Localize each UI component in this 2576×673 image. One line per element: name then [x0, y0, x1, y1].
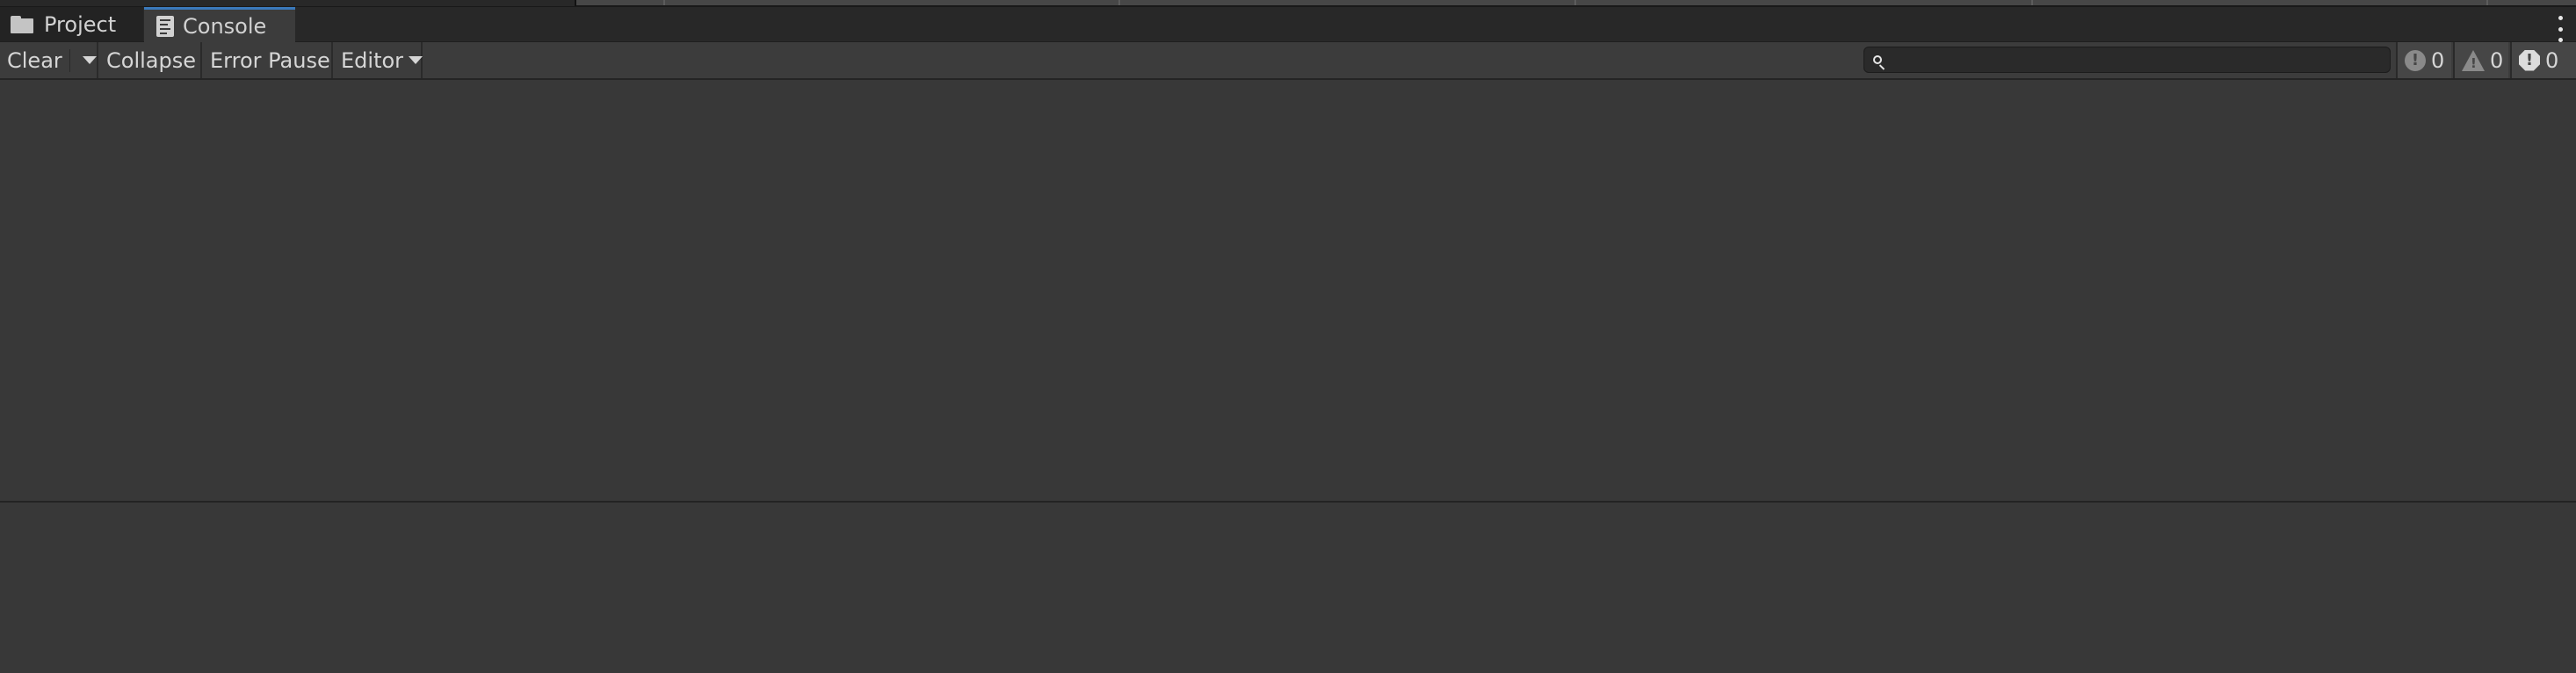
upper-window-edge	[0, 0, 2576, 7]
error-filter-toggle[interactable]: ! 0	[2510, 42, 2576, 78]
log-detail-pane[interactable]	[0, 503, 2576, 673]
clear-label: Clear	[7, 47, 62, 73]
separator	[1118, 0, 1120, 5]
info-icon: !	[2405, 49, 2426, 71]
separator	[2486, 0, 2488, 5]
log-list[interactable]	[0, 80, 2576, 501]
error-pause-label: Error Pause	[210, 47, 330, 73]
error-icon: !	[2519, 49, 2540, 71]
upper-panel-right	[576, 0, 2576, 5]
search-field[interactable]	[1863, 47, 2391, 73]
more-options-icon[interactable]	[2557, 16, 2564, 42]
error-pause-toggle[interactable]: Error Pause	[203, 42, 333, 78]
info-count: 0	[2431, 47, 2445, 73]
clear-options-dropdown-icon[interactable]	[83, 56, 97, 64]
chevron-down-icon	[409, 56, 423, 64]
warning-count: 0	[2490, 47, 2504, 73]
search-input[interactable]	[1889, 48, 2390, 71]
collapse-toggle[interactable]: Collapse	[99, 42, 202, 78]
warning-icon: !	[2462, 49, 2485, 71]
info-filter-toggle[interactable]: ! 0	[2396, 42, 2451, 78]
tab-bar: Project Console	[0, 7, 2576, 42]
separator	[663, 0, 665, 5]
separator	[1574, 0, 1576, 5]
warning-filter-toggle[interactable]: ! 0	[2453, 42, 2508, 78]
error-count: 0	[2545, 47, 2559, 73]
editor-label: Editor	[341, 47, 404, 73]
tab-label: Console	[183, 13, 267, 39]
editor-dropdown[interactable]: Editor	[334, 42, 423, 78]
split-divider	[69, 49, 70, 72]
upper-panel-left	[0, 0, 576, 6]
search-icon	[1873, 55, 1882, 64]
folder-icon	[11, 15, 35, 33]
separator	[2031, 0, 2033, 5]
tab-project[interactable]: Project	[0, 7, 143, 41]
collapse-label: Collapse	[106, 47, 196, 73]
console-icon	[156, 15, 174, 37]
tab-console[interactable]: Console	[144, 7, 295, 42]
console-toolbar: Clear Collapse Error Pause Editor ! 0 ! …	[0, 42, 2576, 80]
clear-button[interactable]: Clear	[0, 42, 98, 78]
tab-label: Project	[44, 11, 117, 37]
